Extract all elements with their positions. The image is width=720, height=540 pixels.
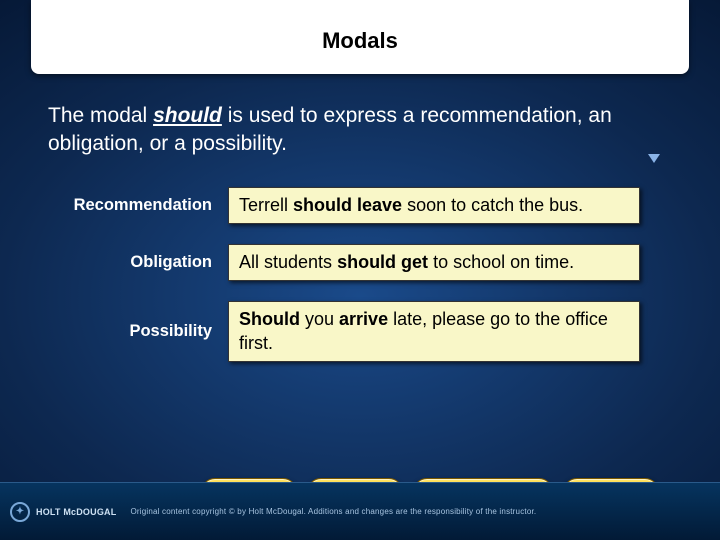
- reveal-marker-icon: [648, 154, 660, 163]
- ex-text: Terrell: [239, 195, 293, 215]
- example-row-possibility: Possibility Should you arrive late, plea…: [48, 301, 720, 362]
- ex-bold: arrive: [339, 309, 388, 329]
- slide-title: Modals: [31, 0, 689, 74]
- row-label: Obligation: [48, 253, 228, 272]
- brand-logo-icon: ✦: [10, 502, 30, 522]
- ex-text: All students: [239, 252, 337, 272]
- ex-text: to school on time.: [428, 252, 574, 272]
- example-row-recommendation: Recommendation Terrell should leave soon…: [48, 187, 720, 224]
- example-box: Terrell should leave soon to catch the b…: [228, 187, 640, 224]
- ex-bold: should leave: [293, 195, 402, 215]
- intro-modal-word: should: [153, 104, 222, 127]
- ex-text: soon to catch the bus.: [402, 195, 583, 215]
- row-label: Recommendation: [48, 196, 228, 215]
- intro-pre: The modal: [48, 104, 153, 127]
- copyright-text: Original content copyright © by Holt McD…: [130, 507, 536, 516]
- ex-bold: Should: [239, 309, 300, 329]
- brand-name: HOLT McDOUGAL: [36, 507, 116, 517]
- examples-area: Recommendation Terrell should leave soon…: [48, 187, 720, 363]
- example-box: All students should get to school on tim…: [228, 244, 640, 281]
- example-row-obligation: Obligation All students should get to sc…: [48, 244, 720, 281]
- title-text: Modals: [322, 28, 398, 53]
- footer: ✦ HOLT McDOUGAL Original content copyrig…: [0, 482, 720, 540]
- intro-text: The modal should is used to express a re…: [48, 102, 648, 159]
- example-box: Should you arrive late, please go to the…: [228, 301, 640, 362]
- ex-bold: should get: [337, 252, 428, 272]
- row-label: Possibility: [48, 322, 228, 341]
- ex-text: you: [300, 309, 339, 329]
- brand-area: ✦ HOLT McDOUGAL Original content copyrig…: [10, 502, 536, 522]
